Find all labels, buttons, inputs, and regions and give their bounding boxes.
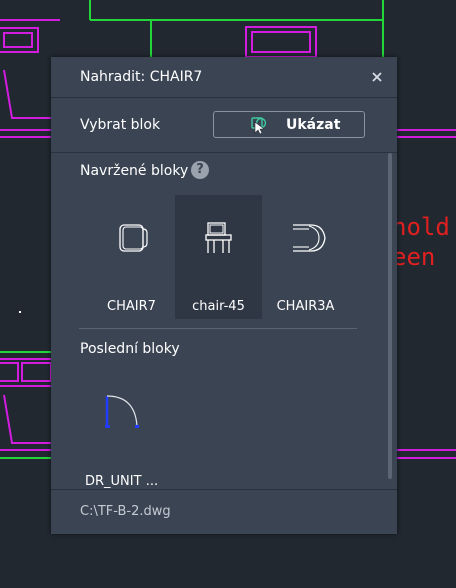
chair-45-block-icon [205, 222, 232, 253]
select-block-label: Vybrat blok [80, 117, 161, 133]
help-icon[interactable]: ? [191, 161, 209, 179]
panel-title: Nahradit: CHAIR7 [80, 69, 203, 85]
scrollbar[interactable] [388, 153, 392, 479]
block-tile-chair7[interactable]: CHAIR7 [88, 195, 175, 319]
file-path: C:\TF-B-2.dwg [80, 504, 171, 519]
cad-text-annotation: nold een [392, 213, 450, 271]
panel-title-bar[interactable]: Nahradit: CHAIR7 [51, 57, 397, 97]
recent-block-tile-dr-unit[interactable]: DR_UNIT ... [79, 377, 179, 492]
block-label: CHAIR3A [276, 299, 335, 314]
replace-block-panel: Nahradit: CHAIR7 Vybrat blok Ukázat Navr… [51, 57, 397, 534]
show-button[interactable]: Ukázat [213, 111, 365, 138]
close-icon[interactable] [367, 67, 387, 87]
suggested-blocks-title: Navržené bloky [80, 163, 189, 179]
show-button-label: Ukázat [286, 117, 341, 133]
block-tile-chair3a[interactable]: CHAIR3A [262, 195, 349, 319]
recent-blocks-title: Poslední bloky [80, 341, 180, 357]
block-label: DR_UNIT ... [85, 474, 159, 489]
block-tile-chair-45[interactable]: chair-45 [175, 195, 262, 319]
door-block-icon [105, 395, 139, 428]
block-label: chair-45 [192, 299, 245, 314]
section-divider [79, 328, 357, 329]
chair7-block-icon [119, 224, 148, 252]
block-label: CHAIR7 [107, 299, 156, 314]
chair3a-block-icon [293, 224, 326, 252]
pick-block-icon [251, 117, 267, 134]
